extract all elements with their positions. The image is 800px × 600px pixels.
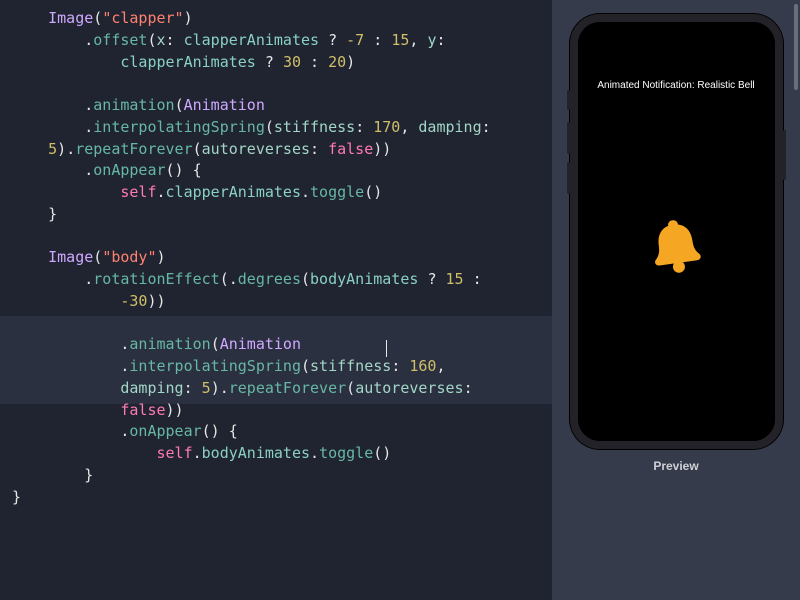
string-literal: "clapper" [102,9,183,27]
preview-scrollbar[interactable] [794,4,798,90]
method-animation: animation [93,96,174,114]
preview-label: Preview [653,459,698,473]
type-ref: Image [48,9,93,27]
bell-icon [648,216,704,276]
device-mute-switch [567,90,570,110]
device-volume-up [567,122,570,154]
method-offset: offset [93,31,147,49]
device-screen: Animated Notification: Realistic Bell [578,22,775,441]
screen-title: Animated Notification: Realistic Bell [578,80,775,91]
code-block[interactable]: Image("clapper") .offset(x: clapperAnima… [0,8,552,508]
device-frame[interactable]: Animated Notification: Realistic Bell [570,14,783,449]
method-repeat-forever: repeatForever [75,140,192,158]
device-volume-down [567,162,570,194]
method-interpolating-spring: interpolatingSpring [93,118,265,136]
code-editor[interactable]: Image("clapper") .offset(x: clapperAnima… [0,0,552,600]
device-power-button [783,130,786,180]
method-on-appear: onAppear [93,161,165,179]
text-cursor [386,340,387,357]
method-rotation-effect: rotationEffect [93,270,219,288]
app-root: Image("clapper") .offset(x: clapperAnima… [0,0,800,600]
preview-panel: Animated Notification: Realistic Bell Pr… [552,0,800,600]
